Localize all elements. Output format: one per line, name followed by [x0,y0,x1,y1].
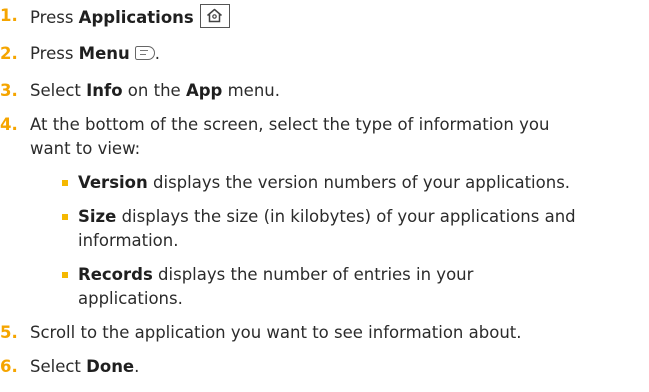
bullet-keyword: Records [78,265,153,284]
bullet-text: Version displays the version numbers of … [78,171,644,195]
step-keyword: Applications [78,8,194,27]
step-text-post: menu. [222,81,280,100]
step-text-post: . [134,357,140,376]
step-text: Press Menu. [30,42,641,66]
step-text: Select Info on the App menu. [30,79,641,103]
bullet-marker [62,180,68,186]
home-key-icon [199,4,230,28]
step-number: 6. [0,357,18,376]
bullet-rest: displays the number of entries in your [152,265,474,284]
step-number: 1. [0,6,18,25]
bullet-marker [62,214,68,220]
step-number: 4. [0,115,18,134]
bullet-text-continued: applications. [78,289,183,308]
step-text: Press Applications [30,4,641,30]
step-text: Scroll to the application you want to se… [30,323,522,342]
bullet-rest: displays the size (in kilobytes) of your… [116,207,576,226]
bullet-keyword: Size [78,207,117,226]
bullet-text: Records displays the number of entries i… [78,263,644,287]
step-keyword: Info [86,81,123,100]
step-keyword: Done [86,357,135,376]
bullet-marker [62,272,68,278]
step-number: 5. [0,323,18,342]
step-text-mid: on the [122,81,186,100]
bullet-text: Size displays the size (in kilobytes) of… [78,205,644,229]
step-text-pre: Press [30,8,79,27]
step-text-pre: Press [30,44,79,63]
bullet-rest: displays the version numbers of your app… [147,173,571,192]
step-keyword: App [185,81,223,100]
bullet-keyword: Version [78,173,148,192]
step-text-line-2: want to view: [30,139,141,158]
step-number: 3. [0,81,18,100]
bullet-text-continued: information. [78,231,179,250]
step-text-pre: Select [30,81,87,100]
menu-key-icon [134,46,155,60]
step-text-line-1: At the bottom of the screen, select the … [30,115,550,134]
step-text: Select Done. [30,355,641,379]
step-text-pre: Select [30,357,87,376]
step-text-post: . [154,44,161,63]
step-number: 2. [0,44,18,63]
step-keyword: Menu [78,44,130,63]
